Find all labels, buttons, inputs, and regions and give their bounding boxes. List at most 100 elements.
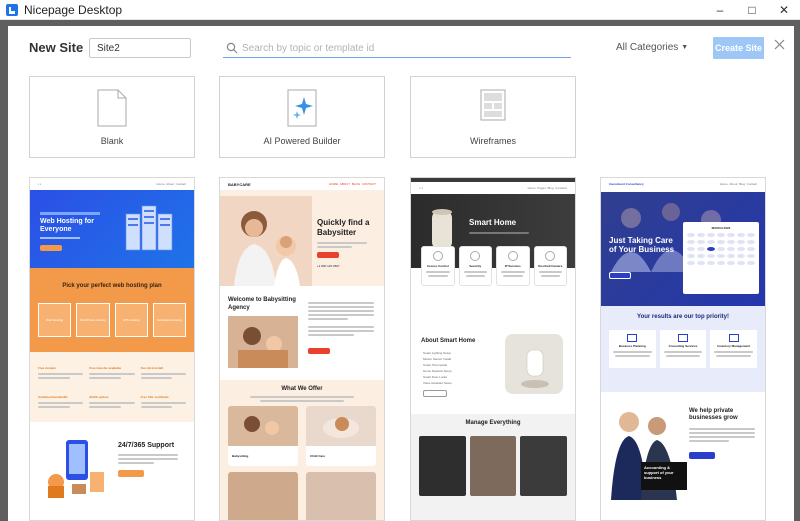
hosting-plan-card: Dedicated Hosting	[152, 303, 186, 337]
babysitter-service-card: Child Care	[306, 406, 376, 466]
calendar-day-cell	[727, 240, 735, 244]
hosting-features: Free domain Free transfer available Our …	[30, 352, 194, 422]
calendar-day-cell	[727, 261, 735, 265]
calendar-day-cell	[707, 254, 715, 258]
smarthome-about-item: Voice Assistant Setup	[423, 381, 452, 385]
calendar-day-cell	[707, 247, 715, 251]
hosting-feature: Unlimited bandwidth	[38, 395, 68, 399]
chevron-down-icon: ▼	[681, 44, 689, 51]
wireframe-icon	[480, 89, 506, 121]
hosting-feature: Free transfer available	[89, 366, 122, 370]
babysitter-photo	[220, 196, 312, 286]
template-card-hosting[interactable]: ▪ ▪ Home About Contact Web Hosting for Ev…	[29, 177, 195, 521]
window-close-button[interactable]: ✕	[768, 0, 800, 20]
smarthome-feature-label: Doorbell Camera	[538, 264, 563, 268]
modal-overlay	[0, 20, 8, 521]
hosting-plans-section: Pick your perfect web hosting plan Web H…	[30, 268, 194, 352]
consulting-hero-title: Just Taking Care of Your Business	[609, 236, 675, 254]
template-card-smarthome[interactable]: ⌂ ▪ Home Pages Blog Contacts Smart Home A…	[410, 177, 576, 521]
babysitter-welcome-title: Welcome to Babysitting Agency	[228, 297, 296, 311]
calendar-day-cell	[687, 247, 695, 251]
calendar-day-cell	[727, 254, 735, 258]
babysitter-brand: BABYCARE	[228, 181, 251, 187]
calendar-day-cell	[717, 247, 725, 251]
calendar-day-cell	[747, 240, 755, 244]
calendar-day-cell	[737, 247, 745, 251]
phone-illustration	[42, 436, 112, 500]
calendar-day-cell	[717, 254, 725, 258]
template-card-babysitter[interactable]: BABYCARE HOME ABOUT BLOG CONTACT Quickly …	[219, 177, 385, 521]
babysitter-welcome: Welcome to Babysitting Agency	[220, 286, 384, 380]
calendar-day-cell	[747, 247, 755, 251]
consulting-help-title: We help private businesses grow	[689, 408, 738, 421]
consulting-service-label: Inventory Management	[717, 344, 751, 348]
calendar-day-cell	[747, 254, 755, 258]
consulting-service-label: Business Planning	[618, 344, 646, 348]
babysitter-welcome-photo	[228, 316, 298, 368]
calendar-day-cell	[717, 233, 725, 237]
hosting-plan-card: WordPress Hosting	[76, 303, 110, 337]
babysitter-phone: +1 800 123 4567	[317, 264, 340, 268]
site-name-input[interactable]	[89, 38, 191, 58]
smarthome-manage: Manage Everything	[411, 414, 575, 520]
template-nav: ▪ ▪ Home About Contact	[30, 178, 194, 190]
hosting-support-title: 24/7/365 Support	[118, 442, 175, 449]
minimize-button[interactable]: –	[704, 0, 736, 20]
calendar-day-cell	[707, 240, 715, 244]
blank-label: Blank	[100, 136, 124, 146]
smarthome-about-photo	[505, 334, 563, 394]
babysitter-offer: What We Offer Babysitting Child Care	[220, 380, 384, 520]
ai-sparkle-icon	[287, 89, 317, 127]
calendar-day-cell	[747, 233, 755, 237]
calendar-day-cell	[737, 254, 745, 258]
hosting-plan-card: Web Hosting	[38, 303, 72, 337]
calendar-day-cell	[717, 261, 725, 265]
smarthome-features: Access Control Security IP Services Door…	[421, 246, 567, 286]
calendar-day-cell	[687, 261, 695, 265]
maximize-button[interactable]: □	[736, 0, 768, 20]
search-input[interactable]	[242, 42, 562, 54]
calendar-day-cell	[697, 254, 705, 258]
consulting-hero: Just Taking Care of Your Business MARCH …	[601, 192, 765, 306]
hosting-plan-heading: Pick your perfect web hosting plan	[62, 283, 162, 289]
consulting-badge: Accounting & support of your business	[641, 462, 687, 490]
consulting-priority-title: Your results are our top priority!	[637, 314, 729, 320]
calendar-day-cell	[717, 240, 725, 244]
search-icon	[226, 42, 238, 54]
calendar-day-cell	[697, 240, 705, 244]
create-site-button[interactable]: Create Site	[713, 37, 764, 59]
blank-option-card[interactable]: Blank	[29, 76, 195, 158]
calendar-day-cell	[737, 240, 745, 244]
smarthome-hero-title: Smart Home	[469, 218, 517, 227]
hosting-feature: Free domain	[38, 366, 56, 370]
calendar-day-cell	[697, 233, 705, 237]
smarthome-manage-title: Manage Everything	[465, 420, 521, 426]
consulting-priority: Your results are our top priority! Busin…	[601, 306, 765, 392]
dialog-close-icon[interactable]	[772, 37, 786, 51]
wireframes-label: Wireframes	[469, 136, 516, 146]
consulting-brand: Investment Consultancy	[609, 181, 644, 186]
babysitter-hero-title: Quickly find a Babysitter	[317, 218, 370, 237]
ai-builder-option-card[interactable]: AI Powered Builder	[219, 76, 385, 158]
ai-builder-label: AI Powered Builder	[263, 136, 341, 146]
calendar-month: MARCH 2023	[711, 226, 731, 230]
babysitter-service-card: Babysitting	[228, 406, 298, 466]
calendar-day-cell	[697, 261, 705, 265]
hosting-feature: Free SSL certificate	[140, 395, 169, 399]
template-nav: BABYCARE HOME ABOUT BLOG CONTACT	[220, 178, 384, 190]
server-illustration	[122, 200, 178, 258]
wireframes-option-card[interactable]: Wireframes	[410, 76, 576, 158]
template-search[interactable]	[223, 39, 571, 58]
template-nav: ⌂ ▪ Home Pages Blog Contacts	[411, 182, 575, 194]
calendar-day-cell	[737, 261, 745, 265]
babysitter-service-label: Child Care	[310, 454, 326, 458]
smarthome-about-title: About Smart Home	[421, 338, 476, 344]
template-nav: Investment Consultancy Home About Blog Co…	[601, 178, 765, 190]
template-card-consulting[interactable]: Investment Consultancy Home About Blog Co…	[600, 177, 766, 521]
window-title: Nicepage Desktop	[24, 2, 123, 17]
smarthome-feature-label: Security	[469, 264, 482, 268]
categories-dropdown[interactable]: All Categories ▼	[616, 42, 688, 53]
smarthome-about: About Smart Home Smart Lighting Setup Mo…	[411, 328, 575, 414]
calendar-widget: MARCH 2023	[683, 222, 759, 294]
calendar-day-cell	[687, 240, 695, 244]
